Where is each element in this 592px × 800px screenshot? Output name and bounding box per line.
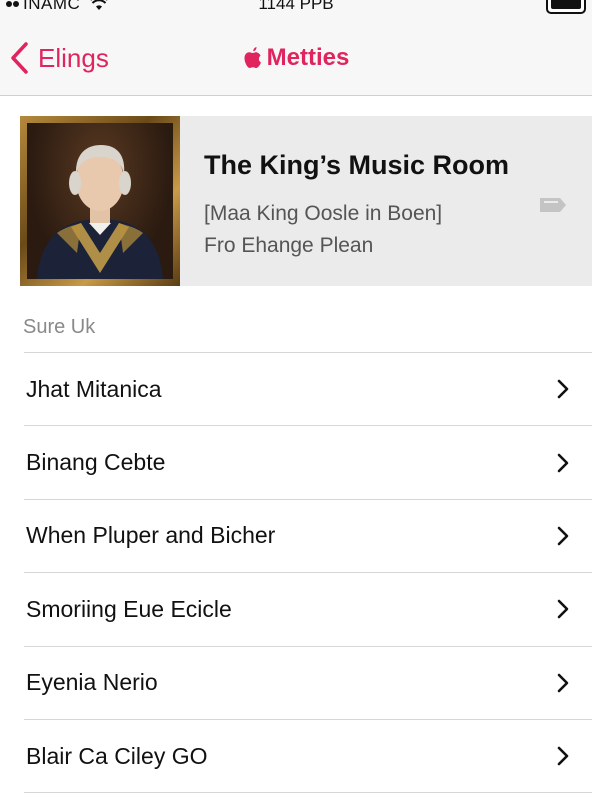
- list-item-label: Binang Cebte: [26, 449, 166, 476]
- list-item-label: When Pluper and Bicher: [26, 522, 276, 549]
- list-item-label: Jhat Mitanica: [26, 375, 162, 402]
- room-header-card[interactable]: The King’s Music Room [Maa King Oosle in…: [20, 116, 592, 286]
- chevron-right-icon: [557, 379, 569, 399]
- room-subtitle: [Maa King Oosle in Boen]: [204, 202, 443, 225]
- apple-logo-icon: [244, 47, 261, 68]
- chevron-right-icon: [557, 673, 569, 693]
- portrait-image: [20, 116, 180, 286]
- portrait-figure: [37, 145, 163, 279]
- list-item[interactable]: Blair Ca Ciley GO: [24, 720, 592, 794]
- room-description: Fro Ehange Plean: [204, 234, 374, 257]
- page-title: Metties: [0, 44, 592, 72]
- list-item[interactable]: Jhat Mitanica: [24, 353, 592, 427]
- chevron-right-icon: [557, 746, 569, 766]
- chevron-right-icon: [557, 526, 569, 546]
- menu-list: Jhat Mitanica Binang Cebte When Pluper a…: [24, 352, 592, 794]
- navigation-bar: Elings Metties: [0, 22, 592, 96]
- status-bar: INAMC 1144 PPB: [0, 0, 592, 22]
- battery-icon: [546, 0, 586, 14]
- list-item[interactable]: Smoriing Eue Ecicle: [24, 573, 592, 647]
- list-item-label: Smoriing Eue Ecicle: [26, 595, 232, 622]
- list-item-label: Blair Ca Ciley GO: [26, 742, 208, 769]
- section-header: Sure Uk: [23, 316, 96, 338]
- room-title: The King’s Music Room: [204, 150, 510, 180]
- list-item[interactable]: Binang Cebte: [24, 426, 592, 500]
- list-item[interactable]: Eyenia Nerio: [24, 647, 592, 720]
- page-title-label: Metties: [266, 44, 350, 71]
- chevron-right-icon: [557, 600, 569, 619]
- chevron-right-icon: [557, 453, 569, 472]
- list-item-label: Eyenia Nerio: [26, 669, 158, 696]
- tag-icon[interactable]: [538, 196, 568, 214]
- list-item[interactable]: When Pluper and Bicher: [24, 500, 592, 574]
- status-time: 1144 PPB: [258, 0, 334, 13]
